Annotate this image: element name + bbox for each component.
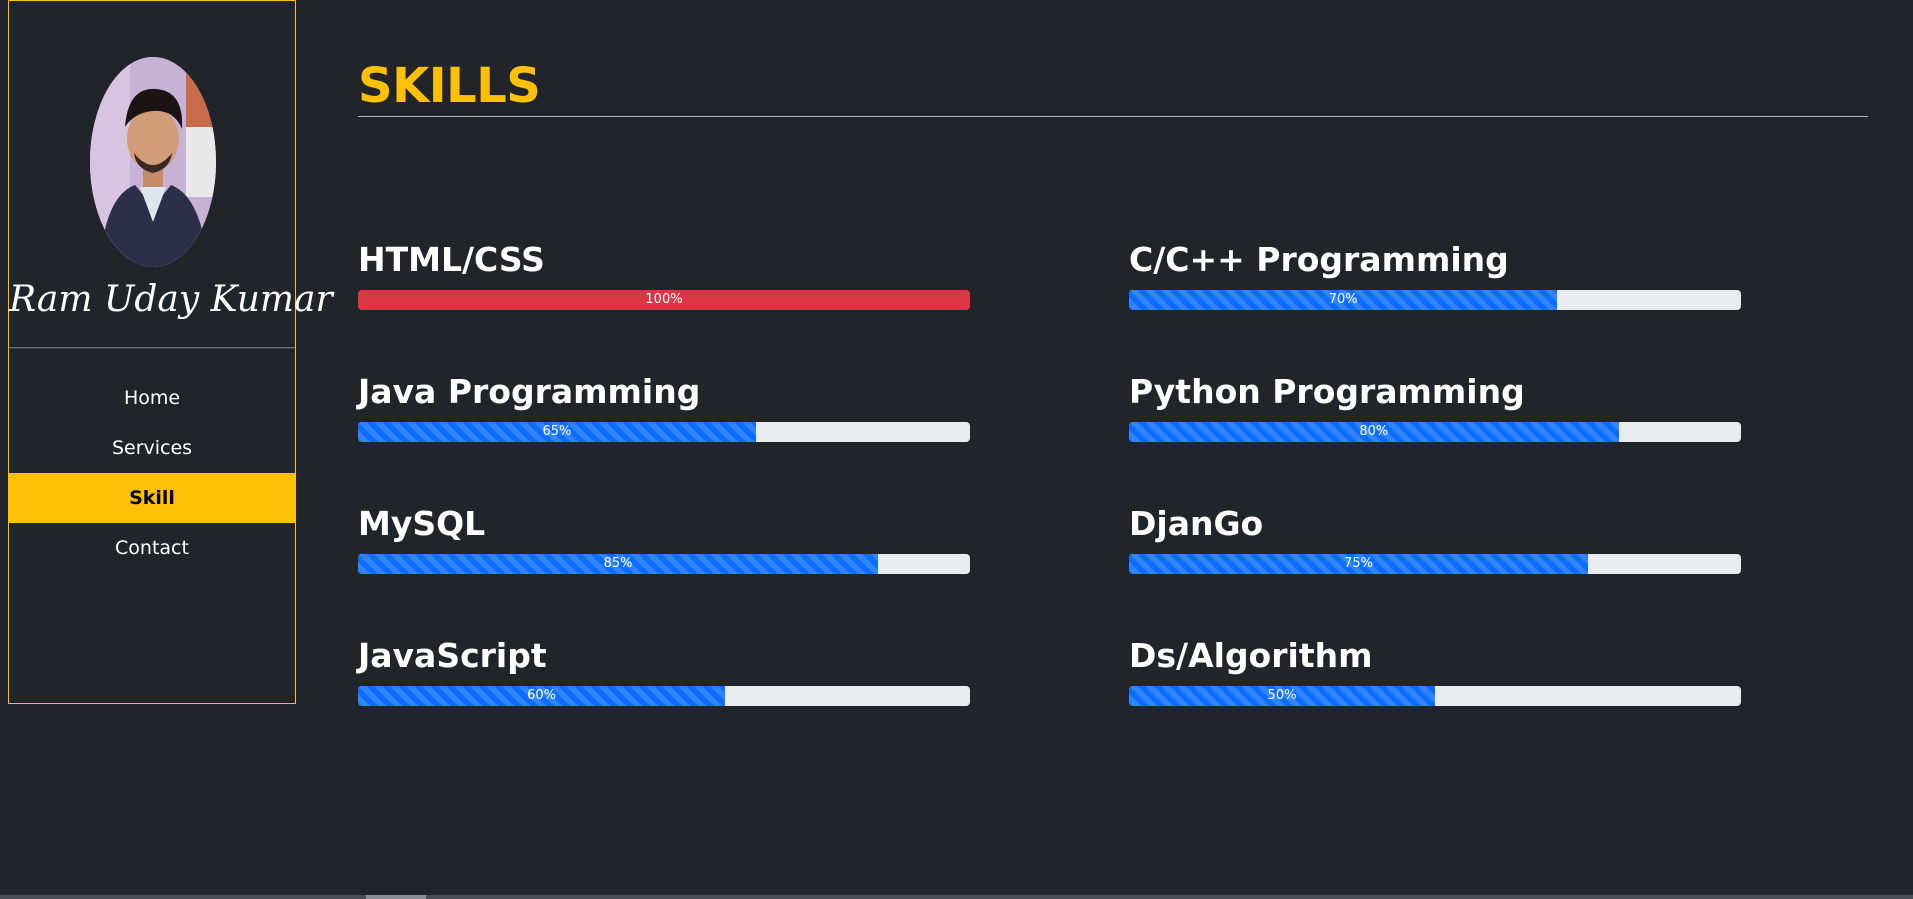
skill-c-cpp: C/C++ Programming 70% <box>1129 240 1741 310</box>
skill-progress-track: 70% <box>1129 290 1741 310</box>
sidebar-divider <box>9 347 295 349</box>
nav-item-skill[interactable]: Skill <box>9 473 295 523</box>
skill-progress-bar: 100% <box>358 290 970 310</box>
avatar <box>90 57 216 267</box>
skill-progress-track: 65% <box>358 422 970 442</box>
profile-photo <box>90 57 216 267</box>
profile-name: Ram Uday Kumar <box>9 279 333 320</box>
skill-django: DjanGo 75% <box>1129 504 1741 574</box>
skill-progress-track: 80% <box>1129 422 1741 442</box>
nav-item-contact[interactable]: Contact <box>9 523 295 573</box>
skill-java: Java Programming 65% <box>358 372 970 442</box>
page-title: SKILLS <box>358 58 541 114</box>
skill-html-css: HTML/CSS 100% <box>358 240 970 310</box>
nav-item-services[interactable]: Services <box>9 423 295 473</box>
sidebar-nav: Home Services Skill Contact <box>9 373 295 573</box>
skill-name: DjanGo <box>1129 504 1264 543</box>
sidebar: Ram Uday Kumar Home Services Skill Conta… <box>8 0 333 704</box>
skill-javascript: JavaScript 60% <box>358 636 970 706</box>
nav-item-home[interactable]: Home <box>9 373 295 423</box>
skill-progress-track: 50% <box>1129 686 1741 706</box>
skill-progress-bar: 65% <box>358 422 756 442</box>
skill-name: Ds/Algorithm <box>1129 636 1373 675</box>
skill-name: Python Programming <box>1129 372 1525 411</box>
skill-progress-bar: 85% <box>358 554 879 574</box>
skill-progress-track: 85% <box>358 554 970 574</box>
scrollbar-thumb[interactable] <box>366 895 426 899</box>
skill-progress-bar: 75% <box>1129 554 1588 574</box>
skill-progress-track: 100% <box>358 290 970 310</box>
skill-progress-bar: 80% <box>1129 422 1619 442</box>
skill-name: MySQL <box>358 504 486 543</box>
skill-ds-algorithm: Ds/Algorithm 50% <box>1129 636 1741 706</box>
skill-name: Java Programming <box>358 372 701 411</box>
skill-mysql: MySQL 85% <box>358 504 970 574</box>
skill-progress-bar: 60% <box>358 686 726 706</box>
skill-name: JavaScript <box>358 636 547 675</box>
skill-progress-bar: 70% <box>1129 290 1558 310</box>
skill-python: Python Programming 80% <box>1129 372 1741 442</box>
skill-progress-track: 60% <box>358 686 970 706</box>
skill-progress-bar: 50% <box>1129 686 1435 706</box>
horizontal-scrollbar[interactable] <box>0 895 1913 899</box>
skill-progress-track: 75% <box>1129 554 1741 574</box>
skill-name: HTML/CSS <box>358 240 545 279</box>
skill-name: C/C++ Programming <box>1129 240 1509 279</box>
title-divider <box>358 116 1868 117</box>
